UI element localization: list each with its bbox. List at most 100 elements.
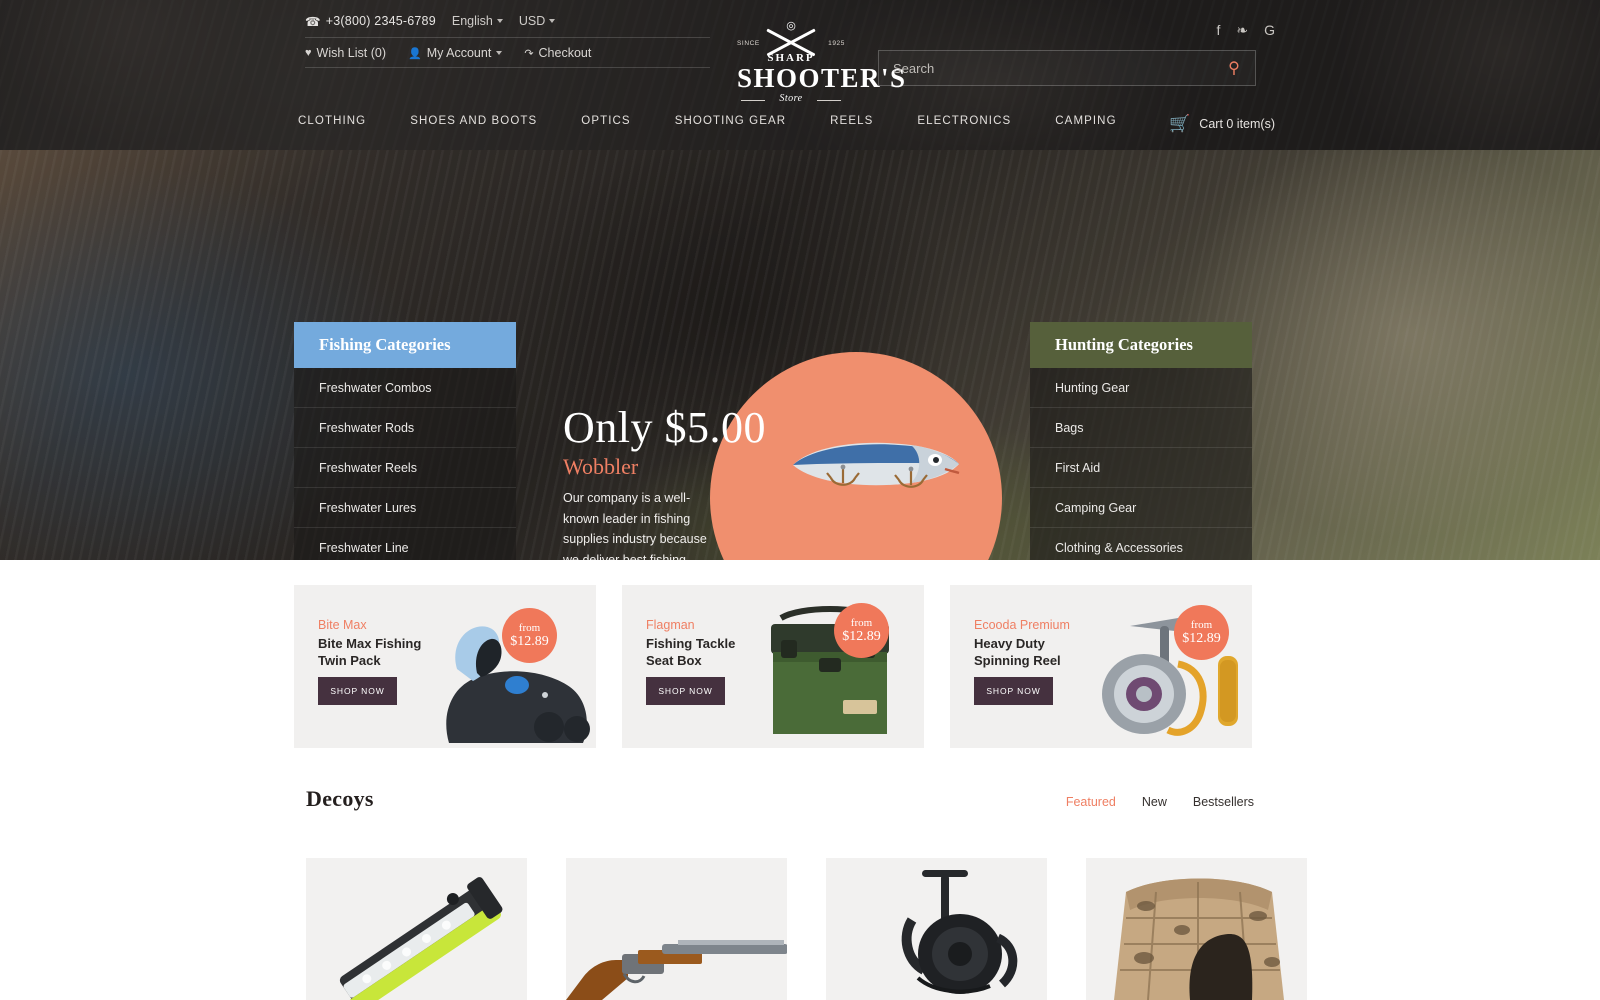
promo-price-badge: from $12.89 — [1174, 605, 1229, 660]
logo-since: SINCE — [737, 40, 760, 47]
promo-badge-from: from — [850, 617, 873, 629]
wobbler-lure-image — [793, 442, 960, 488]
hero-description: Our company is a well-known leader in fi… — [563, 491, 707, 560]
promo-badge-price: $12.89 — [510, 634, 549, 649]
promo-shop-now-button[interactable]: SHOP NOW — [318, 677, 397, 705]
hunting-category-item[interactable]: Camping Gear — [1030, 488, 1252, 528]
tab-bestsellers[interactable]: Bestsellers — [1193, 795, 1254, 809]
product-tabs: Featured New Bestsellers — [1066, 795, 1254, 809]
chevron-down-icon — [496, 51, 503, 55]
hunting-categories-title: Hunting Categories — [1030, 322, 1252, 368]
nav-item-camping[interactable]: CAMPING — [1033, 115, 1138, 127]
cart-button[interactable]: 🛒 Cart 0 item(s) — [1169, 114, 1275, 134]
promo-badge-price: $12.89 — [842, 629, 881, 644]
my-account-menu[interactable]: 👤 My Account — [407, 46, 503, 60]
product-card[interactable] — [826, 858, 1047, 1000]
page-root: ☎ +3(800) 2345-6789 English USD ♥ Wish L… — [0, 0, 1600, 1000]
cart-label: Cart 0 item(s) — [1199, 117, 1275, 131]
currency-label: USD — [518, 14, 546, 28]
site-logo[interactable]: ◎ SINCE 1925 SHARP SHOOTER'S Store — [737, 20, 907, 105]
logo-store: Store — [737, 93, 845, 104]
shopping-cart-icon: 🛒 — [1169, 114, 1191, 133]
products-section-header: Decoys Featured New Bestsellers — [306, 786, 1254, 812]
search-button[interactable]: ⚲ — [1213, 51, 1255, 85]
fishing-category-item[interactable]: Freshwater Combos — [294, 368, 516, 408]
hunting-category-item[interactable]: Clothing & Accessories — [1030, 528, 1252, 560]
promo-badge-price: $12.89 — [1182, 631, 1221, 646]
product-grid — [306, 858, 1307, 1000]
promo-shop-now-button[interactable]: SHOP NOW — [646, 677, 725, 705]
promo-title: Bite Max Fishing Twin Pack — [318, 636, 422, 668]
currency-selector[interactable]: USD — [518, 14, 556, 28]
search-bar: ⚲ — [878, 50, 1256, 86]
language-label: English — [451, 14, 493, 28]
logo-main: SHOOTER'S — [737, 63, 907, 93]
nav-item-reels[interactable]: REELS — [808, 115, 895, 127]
promo-shop-now-button[interactable]: SHOP NOW — [974, 677, 1053, 705]
nav-item-optics[interactable]: OPTICS — [559, 115, 652, 127]
fishing-categories-title: Fishing Categories — [294, 322, 516, 368]
googleplus-icon[interactable]: G — [1264, 22, 1275, 38]
site-header: ☎ +3(800) 2345-6789 English USD ♥ Wish L… — [0, 0, 1600, 150]
language-selector[interactable]: English — [452, 14, 503, 28]
hunting-category-item[interactable]: First Aid — [1030, 448, 1252, 488]
fishing-category-item[interactable]: Freshwater Rods — [294, 408, 516, 448]
promo-brand: Ecooda Premium — [974, 618, 1070, 632]
fishing-category-item[interactable]: Freshwater Reels — [294, 448, 516, 488]
promo-brand: Bite Max — [318, 618, 367, 632]
main-navigation: CLOTHING SHOES AND BOOTS OPTICS SHOOTING… — [298, 115, 1139, 127]
logo-year: 1925 — [828, 40, 845, 47]
checkout-link[interactable]: ↷ Checkout — [524, 46, 591, 60]
twitter-icon[interactable]: ❧ — [1236, 22, 1248, 38]
promo-card[interactable]: Flagman Fishing Tackle Seat Box SHOP NOW… — [622, 585, 924, 748]
social-links: f ❧ G — [1216, 22, 1275, 38]
checkout-label: Checkout — [538, 46, 592, 60]
product-image — [1114, 878, 1284, 1000]
fishing-category-item[interactable]: Freshwater Lures — [294, 488, 516, 528]
chevron-down-icon — [549, 19, 556, 23]
promo-card[interactable]: Ecooda Premium Heavy Duty Spinning Reel … — [950, 585, 1252, 748]
product-image — [339, 877, 503, 1000]
target-icon: ◎ — [786, 20, 796, 32]
wishlist-label: Wish List (0) — [316, 46, 386, 60]
fishing-category-item[interactable]: Freshwater Line — [294, 528, 516, 560]
wishlist-link[interactable]: ♥ Wish List (0) — [305, 46, 386, 60]
product-image — [901, 870, 1018, 994]
search-input[interactable] — [879, 51, 1213, 85]
nav-item-shooting-gear[interactable]: SHOOTING GEAR — [653, 115, 808, 127]
product-image — [566, 940, 787, 1000]
chevron-down-icon — [496, 19, 503, 23]
promo-badge-from: from — [1190, 619, 1213, 631]
crossed-rifles-icon: SINCE 1925 — [737, 28, 845, 57]
promo-brand: Flagman — [646, 618, 695, 632]
hunting-category-item[interactable]: Bags — [1030, 408, 1252, 448]
nav-item-electronics[interactable]: ELECTRONICS — [895, 115, 1033, 127]
hunting-categories-panel: Hunting Categories Hunting Gear Bags Fir… — [1030, 322, 1252, 560]
hero-banner: Fishing Categories Freshwater Combos Fre… — [0, 150, 1600, 560]
product-card[interactable] — [1086, 858, 1307, 1000]
nav-item-clothing[interactable]: CLOTHING — [298, 115, 388, 127]
promo-price-badge: from $12.89 — [502, 608, 557, 663]
facebook-icon[interactable]: f — [1216, 22, 1220, 38]
nav-item-shoes-and-boots[interactable]: SHOES AND BOOTS — [388, 115, 559, 127]
account-label: My Account — [426, 46, 492, 60]
hunting-category-item[interactable]: Hunting Gear — [1030, 368, 1252, 408]
user-icon: 👤 — [407, 47, 422, 60]
promo-price-badge: from $12.89 — [834, 603, 889, 658]
product-card[interactable] — [566, 858, 787, 1000]
phone-number: ☎ +3(800) 2345-6789 — [305, 14, 436, 29]
fishing-categories-panel: Fishing Categories Freshwater Combos Fre… — [294, 322, 516, 560]
page-title: Decoys — [306, 786, 374, 811]
top-utility-bar: ☎ +3(800) 2345-6789 English USD ♥ Wish L… — [305, 12, 710, 68]
heart-icon: ♥ — [305, 47, 312, 59]
tab-new[interactable]: New — [1142, 795, 1167, 809]
product-card[interactable] — [306, 858, 527, 1000]
arrow-right-icon: ↷ — [524, 47, 534, 60]
promo-badge-from: from — [518, 622, 541, 634]
promo-card[interactable]: Bite Max Bite Max Fishing Twin Pack SHOP… — [294, 585, 596, 748]
promo-card-row: Bite Max Bite Max Fishing Twin Pack SHOP… — [294, 585, 1252, 748]
search-icon: ⚲ — [1228, 60, 1240, 77]
tab-featured[interactable]: Featured — [1066, 795, 1116, 809]
phone-text: +3(800) 2345-6789 — [325, 14, 436, 28]
phone-icon: ☎ — [305, 14, 321, 29]
